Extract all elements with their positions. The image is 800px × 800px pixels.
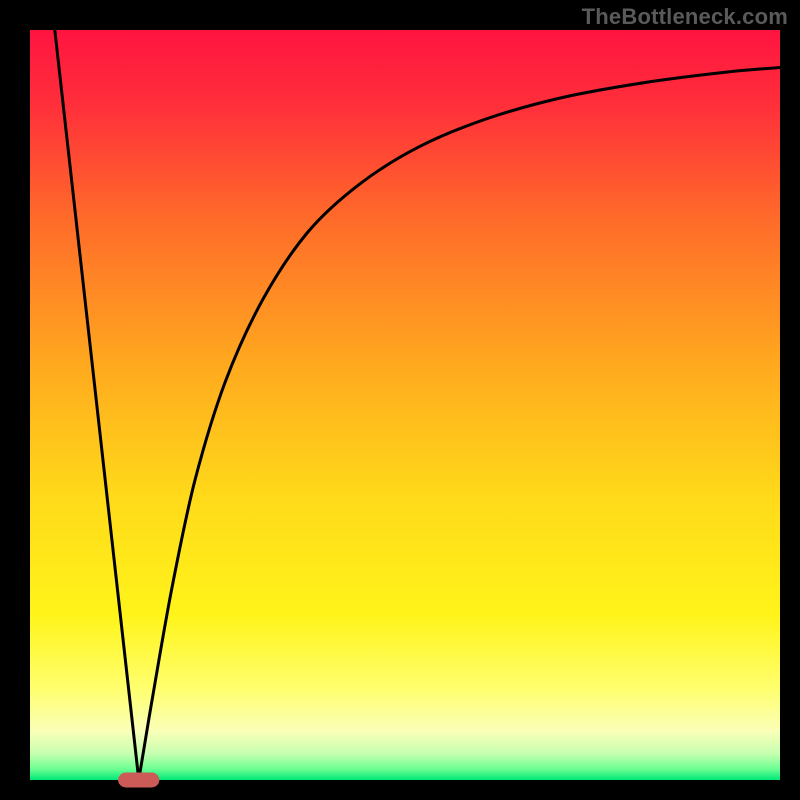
chart-frame: { "watermark": "TheBottleneck.com", "plo… <box>0 0 800 800</box>
bottleneck-chart <box>0 0 800 800</box>
bottleneck-marker <box>118 773 159 788</box>
